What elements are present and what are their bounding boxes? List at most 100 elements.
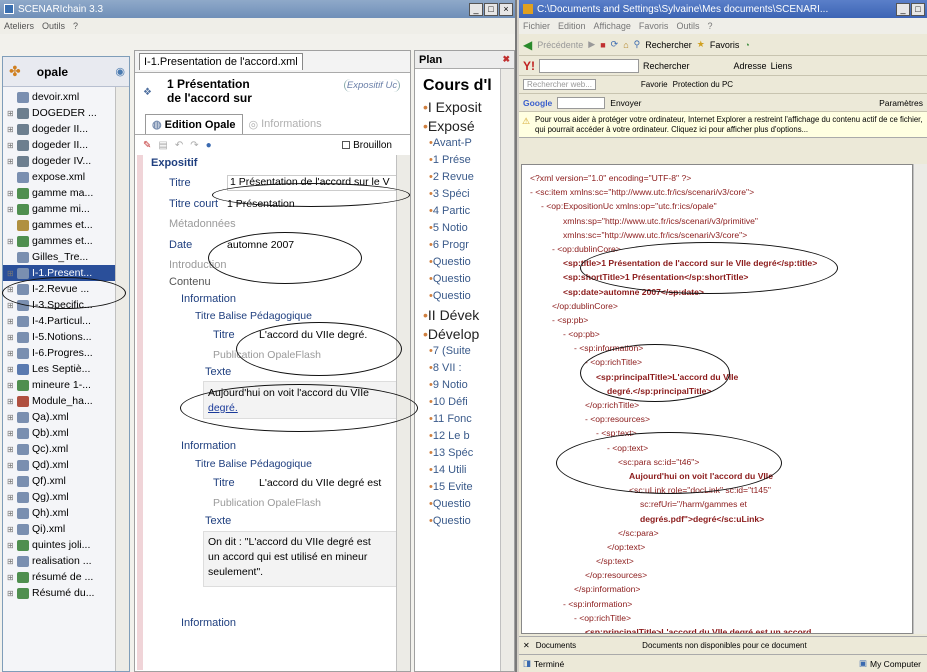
tree-item[interactable]: ⊞ quintes joli... <box>3 537 129 553</box>
tree-item[interactable]: ⊞ gammes et... <box>3 233 129 249</box>
expand-icon[interactable]: ⊞ <box>7 461 14 470</box>
favorie-button[interactable]: Favorie <box>641 80 668 89</box>
expand-icon[interactable]: ⊞ <box>7 141 14 150</box>
tree-item[interactable]: ⊞ Les Septiè... <box>3 361 129 377</box>
expand-icon[interactable]: ⊞ <box>7 397 14 406</box>
tree-item[interactable]: ⊞ dogeder IV... <box>3 153 129 169</box>
maximize-button[interactable]: □ <box>484 2 498 16</box>
metadonnees-label[interactable]: Métadonnées <box>169 218 236 230</box>
publication-2-label[interactable]: Publication OpaleFlash <box>213 497 321 509</box>
expand-icon[interactable]: ⊞ <box>7 589 14 598</box>
expand-icon[interactable]: ⊞ <box>7 365 14 374</box>
ie-maximize-button[interactable]: □ <box>911 2 925 16</box>
yahoo-search-field[interactable] <box>539 58 639 73</box>
tab-informations[interactable]: ◎ Informations <box>243 114 328 134</box>
yahoo-search-button[interactable]: Rechercher <box>643 61 690 71</box>
back-icon[interactable]: ◀ <box>523 38 532 52</box>
taskbar-docs[interactable]: Documents <box>536 641 576 650</box>
ie-menu-outils[interactable]: Outils <box>676 21 699 31</box>
tree-item[interactable]: ⊞ mineure 1-... <box>3 377 129 393</box>
expand-icon[interactable]: ⊞ <box>7 189 14 198</box>
tree-item[interactable]: ⊞ Module_ha... <box>3 393 129 409</box>
expand-icon[interactable]: ⊞ <box>7 493 14 502</box>
expand-icon[interactable]: ⊞ <box>7 525 14 534</box>
expand-icon[interactable]: ⊞ <box>7 157 14 166</box>
expand-icon[interactable]: ⊞ <box>7 477 14 486</box>
close-button[interactable]: × <box>499 2 513 16</box>
forward-icon[interactable]: ▶ <box>588 39 595 50</box>
home-icon[interactable]: ⌂ <box>623 40 628 50</box>
tree-item[interactable]: ⊞ Qa).xml <box>3 409 129 425</box>
expand-icon[interactable]: ⊞ <box>7 333 14 342</box>
envoyer-button[interactable]: Envoyer <box>610 98 641 108</box>
tree-item[interactable]: ⊞ Qd).xml <box>3 457 129 473</box>
ie-infobar[interactable]: ⚠ Pour vous aider à protéger votre ordin… <box>519 112 927 138</box>
ie-menu-favoris[interactable]: Favoris <box>639 21 669 31</box>
toolbar-help-icon[interactable]: ● <box>206 140 212 151</box>
plan-scrollbar[interactable] <box>500 69 514 671</box>
expand-icon[interactable]: ⊞ <box>7 445 14 454</box>
expand-icon[interactable]: ⊞ <box>7 429 14 438</box>
toolbar-undo-icon[interactable]: ↶ <box>175 140 183 151</box>
refresh-icon[interactable]: ⟳ <box>611 39 619 50</box>
expand-icon[interactable]: ⊞ <box>7 381 14 390</box>
brouillon-checkbox[interactable]: Brouillon <box>342 140 392 151</box>
back-button[interactable]: Précédente <box>537 40 583 50</box>
expand-icon[interactable]: ⊞ <box>7 237 14 246</box>
tree-item[interactable]: ⊞ Résumé du... <box>3 585 129 601</box>
expand-icon[interactable]: ⊞ <box>7 349 14 358</box>
tree-item[interactable]: ⊞ Qh).xml <box>3 505 129 521</box>
search-button[interactable]: Rechercher <box>645 40 692 50</box>
info2-texte-area[interactable]: On dit : "L'accord du VIIe degré est un … <box>203 531 399 587</box>
ie-minimize-button[interactable]: _ <box>896 2 910 16</box>
tree-item[interactable]: ⊞ Qc).xml <box>3 441 129 457</box>
tree-item[interactable]: devoir.xml <box>3 89 129 105</box>
tree-item[interactable]: ⊞ gamme mi... <box>3 201 129 217</box>
toolbar-save-icon[interactable]: ▤ <box>158 140 167 151</box>
favorites-button[interactable]: Favoris <box>710 40 740 50</box>
tree-item[interactable]: ⊞ dogeder II... <box>3 121 129 137</box>
expand-icon[interactable]: ⊞ <box>7 109 14 118</box>
toolbar3-search-field[interactable]: Rechercher web... <box>523 79 596 90</box>
expand-icon[interactable]: ⊞ <box>7 557 14 566</box>
tree-item[interactable]: ⊞ I-4.Particul... <box>3 313 129 329</box>
expand-icon[interactable]: ⊞ <box>7 413 14 422</box>
info2-titre-input[interactable]: L'accord du VIIe degré est <box>259 477 399 489</box>
tree-item[interactable]: ⊞ Qb).xml <box>3 425 129 441</box>
protection-button[interactable]: Protection du PC <box>673 80 733 89</box>
ie-menu-fichier[interactable]: Fichier <box>523 21 550 31</box>
expand-icon[interactable]: ⊞ <box>7 573 14 582</box>
taskbar-close-icon[interactable]: ✕ <box>523 641 530 650</box>
google-search-field[interactable] <box>557 96 606 109</box>
tree-item[interactable]: ⊞ Qi).xml <box>3 521 129 537</box>
tree-item[interactable]: ⊞ realisation ... <box>3 553 129 569</box>
expand-icon[interactable]: ⊞ <box>7 509 14 518</box>
menu-outils[interactable]: Outils <box>42 21 65 31</box>
expand-icon[interactable]: ⊞ <box>7 125 14 134</box>
expand-icon[interactable]: ⊞ <box>7 205 14 214</box>
menu-help[interactable]: ? <box>73 21 78 31</box>
tree-item[interactable]: ⊞ dogeder II... <box>3 137 129 153</box>
expand-icon[interactable]: ⊞ <box>7 541 14 550</box>
tree-item[interactable]: ⊞ DOGEDER ... <box>3 105 129 121</box>
expand-icon[interactable]: ⊞ <box>7 317 14 326</box>
tree-item[interactable]: ⊞ I-6.Progres... <box>3 345 129 361</box>
yahoo-icon[interactable]: Y! <box>523 59 535 73</box>
editor-tab[interactable]: I-1.Presentation de l'accord.xml <box>135 51 410 73</box>
tree-item[interactable]: gammes et... <box>3 217 129 233</box>
workshop-header[interactable]: ✤ opale ◉ <box>3 57 129 87</box>
xml-scrollbar[interactable] <box>913 164 927 634</box>
tree-item[interactable]: Gilles_Tre... <box>3 249 129 265</box>
workshop-menu-icon[interactable]: ◉ <box>115 65 125 78</box>
links-label[interactable]: Liens <box>771 61 793 71</box>
ie-menu-edition[interactable]: Edition <box>558 21 586 31</box>
tree-scrollbar[interactable] <box>115 87 129 671</box>
tree-item[interactable]: ⊞ gamme ma... <box>3 185 129 201</box>
tree-item[interactable]: expose.xml <box>3 169 129 185</box>
expand-icon[interactable]: ⊞ <box>7 269 14 278</box>
toolbar-redo-icon[interactable]: ↷ <box>190 140 198 151</box>
menu-ateliers[interactable]: Ateliers <box>4 21 34 31</box>
tree-item[interactable]: ⊞ résumé de ... <box>3 569 129 585</box>
ie-menu-help[interactable]: ? <box>707 21 712 31</box>
tree-item[interactable]: ⊞ Qf).xml <box>3 473 129 489</box>
